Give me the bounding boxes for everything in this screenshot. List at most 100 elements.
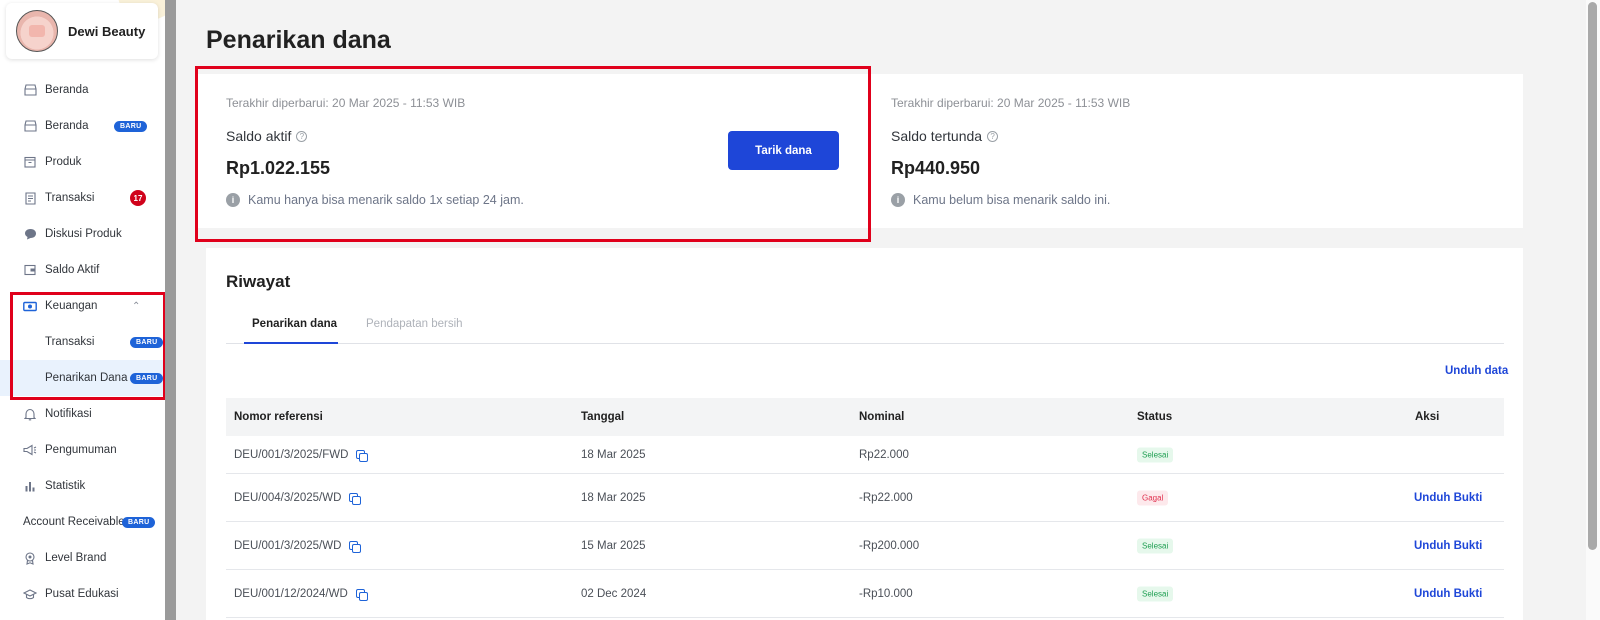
wallet-icon bbox=[23, 263, 37, 277]
history-title: Riwayat bbox=[226, 272, 291, 291]
info-note-text: Kamu hanya bisa menarik saldo 1x setiap … bbox=[248, 193, 524, 207]
store-icon bbox=[23, 83, 37, 97]
copy-icon[interactable] bbox=[349, 540, 362, 553]
store-card[interactable]: Dewi Beauty bbox=[6, 3, 158, 59]
sidebar-item-beranda[interactable]: Beranda bbox=[0, 72, 168, 108]
amount-cell: -Rp22.000 bbox=[859, 491, 913, 504]
new-badge: BARU bbox=[130, 336, 164, 348]
notification-count-badge: 17 bbox=[130, 190, 146, 206]
store-name: Dewi Beauty bbox=[68, 23, 146, 39]
sidebar-item-keuangan[interactable]: Keuangan ⌃ bbox=[0, 288, 168, 324]
status-badge: Selesai bbox=[1137, 447, 1174, 462]
date-cell: 15 Mar 2025 bbox=[581, 539, 646, 552]
sidebar-item-pusat-edukasi[interactable]: Pusat Edukasi bbox=[0, 576, 168, 612]
info-icon: i bbox=[226, 193, 240, 207]
sidebar-item-label: Saldo Aktif bbox=[45, 264, 100, 276]
reference-cell: DEU/001/3/2025/FWD bbox=[234, 448, 369, 462]
sidebar-item-statistik[interactable]: Statistik bbox=[0, 468, 168, 504]
sidebar-item-notifikasi[interactable]: Notifikasi bbox=[0, 396, 168, 432]
table-row: DEU/001/12/2024/WD 02 Dec 2024 -Rp10.000… bbox=[226, 570, 1504, 618]
column-header: Tanggal bbox=[581, 411, 625, 423]
history-table: Nomor referensi Tanggal Nominal Status A… bbox=[226, 398, 1504, 618]
copy-icon[interactable] bbox=[356, 449, 369, 462]
bar-chart-icon bbox=[23, 479, 37, 493]
main-content: Penarikan dana Terakhir diperbarui: 20 M… bbox=[176, 0, 1600, 620]
sidebar-subitem-penarikan-dana[interactable]: Penarikan Dana BARU bbox=[0, 360, 168, 396]
reference-cell: DEU/004/3/2025/WD bbox=[234, 491, 362, 505]
info-note-text: Kamu belum bisa menarik saldo ini. bbox=[913, 193, 1111, 207]
sidebar-item-label: Account Receivable bbox=[23, 516, 125, 528]
sidebar-item-account-receivable[interactable]: Account Receivable BARU bbox=[0, 504, 168, 540]
sidebar-item-saldo-aktif[interactable]: Saldo Aktif bbox=[0, 252, 168, 288]
reference-number: DEU/004/3/2025/WD bbox=[234, 491, 342, 504]
date-cell: 18 Mar 2025 bbox=[581, 491, 646, 504]
date-cell: 18 Mar 2025 bbox=[581, 448, 646, 461]
sidebar-item-label: Beranda bbox=[45, 120, 89, 132]
sidebar-item-diskusi-produk[interactable]: Diskusi Produk bbox=[0, 216, 168, 252]
status-badge: Selesai bbox=[1137, 586, 1174, 601]
sidebar-subitem-transaksi[interactable]: Transaksi BARU bbox=[0, 324, 168, 360]
bell-icon bbox=[23, 407, 37, 421]
amount-cell: -Rp200.000 bbox=[859, 539, 920, 552]
chevron-up-icon[interactable]: ⌃ bbox=[132, 301, 140, 312]
tab-pendapatan-bersih[interactable]: Pendapatan bersih bbox=[366, 318, 463, 330]
amount-cell: -Rp10.000 bbox=[859, 587, 913, 600]
active-tab-indicator bbox=[244, 342, 338, 344]
status-badge: Selesai bbox=[1137, 538, 1174, 553]
store-icon bbox=[23, 119, 37, 133]
sidebar-item-beranda-new[interactable]: Beranda BARU bbox=[0, 108, 168, 144]
help-icon[interactable]: ? bbox=[296, 130, 308, 142]
medal-icon bbox=[23, 551, 37, 565]
reference-number: DEU/001/3/2025/WD bbox=[234, 539, 342, 552]
sidebar-item-produk[interactable]: Produk bbox=[0, 144, 168, 180]
balance-label: Saldo tertunda ? bbox=[891, 128, 999, 144]
column-header: Aksi bbox=[1415, 411, 1440, 423]
last-updated-text: Terakhir diperbarui: 20 Mar 2025 - 11:53… bbox=[226, 96, 466, 110]
balance-label-text: Saldo tertunda bbox=[891, 128, 983, 144]
new-badge: BARU bbox=[130, 372, 164, 384]
sidebar-nav: Beranda Beranda BARU Produk Transaksi 17… bbox=[0, 72, 168, 612]
column-header: Nominal bbox=[859, 411, 905, 423]
sidebar-item-label: Pengumuman bbox=[45, 444, 117, 456]
sidebar-item-label: Penarikan Dana bbox=[45, 372, 128, 384]
reference-number: DEU/001/3/2025/FWD bbox=[234, 448, 349, 461]
balance-amount: Rp440.950 bbox=[891, 158, 981, 178]
reference-cell: DEU/001/12/2024/WD bbox=[234, 587, 368, 601]
copy-icon[interactable] bbox=[355, 588, 368, 601]
sidebar: Dewi Beauty Beranda Beranda BARU Produk … bbox=[0, 0, 168, 620]
download-proof-link[interactable]: Unduh Bukti bbox=[1414, 492, 1482, 504]
sidebar-item-transaksi[interactable]: Transaksi 17 bbox=[0, 180, 168, 216]
balance-amount: Rp1.022.155 bbox=[226, 158, 331, 178]
copy-icon[interactable] bbox=[349, 492, 362, 505]
download-data-link[interactable]: Unduh data bbox=[1445, 365, 1508, 377]
reference-cell: DEU/001/3/2025/WD bbox=[234, 539, 362, 553]
table-header: Nomor referensi Tanggal Nominal Status A… bbox=[226, 398, 1504, 436]
tab-penarikan-dana[interactable]: Penarikan dana bbox=[252, 318, 337, 330]
active-balance-card: Terakhir diperbarui: 20 Mar 2025 - 11:53… bbox=[196, 74, 870, 228]
info-note: i Kamu hanya bisa menarik saldo 1x setia… bbox=[226, 193, 524, 207]
download-proof-link[interactable]: Unduh Bukti bbox=[1414, 540, 1482, 552]
help-icon[interactable]: ? bbox=[987, 130, 999, 142]
sidebar-item-label: Produk bbox=[45, 156, 82, 168]
withdraw-button[interactable]: Tarik dana bbox=[728, 131, 839, 170]
scrollbar-thumb[interactable] bbox=[1588, 2, 1597, 550]
page-title: Penarikan dana bbox=[206, 26, 391, 54]
amount-cell: Rp22.000 bbox=[859, 448, 909, 461]
column-header: Status bbox=[1137, 411, 1173, 423]
download-proof-link[interactable]: Unduh Bukti bbox=[1414, 588, 1482, 600]
sidebar-item-label: Transaksi bbox=[45, 192, 95, 204]
info-icon: i bbox=[891, 193, 905, 207]
sidebar-item-label: Diskusi Produk bbox=[45, 228, 122, 240]
money-icon bbox=[23, 299, 37, 313]
pending-balance-card: Terakhir diperbarui: 20 Mar 2025 - 11:53… bbox=[870, 74, 1523, 228]
sidebar-item-label: Pusat Edukasi bbox=[45, 588, 119, 600]
balance-label-text: Saldo aktif bbox=[226, 128, 292, 144]
sidebar-item-pengumuman[interactable]: Pengumuman bbox=[0, 432, 168, 468]
box-icon bbox=[23, 155, 37, 169]
sidebar-item-label: Statistik bbox=[45, 480, 86, 492]
sidebar-divider bbox=[165, 0, 176, 620]
new-badge: BARU bbox=[114, 120, 148, 132]
sidebar-item-level-brand[interactable]: Level Brand bbox=[0, 540, 168, 576]
reference-number: DEU/001/12/2024/WD bbox=[234, 587, 348, 600]
balance-label: Saldo aktif ? bbox=[226, 128, 308, 144]
